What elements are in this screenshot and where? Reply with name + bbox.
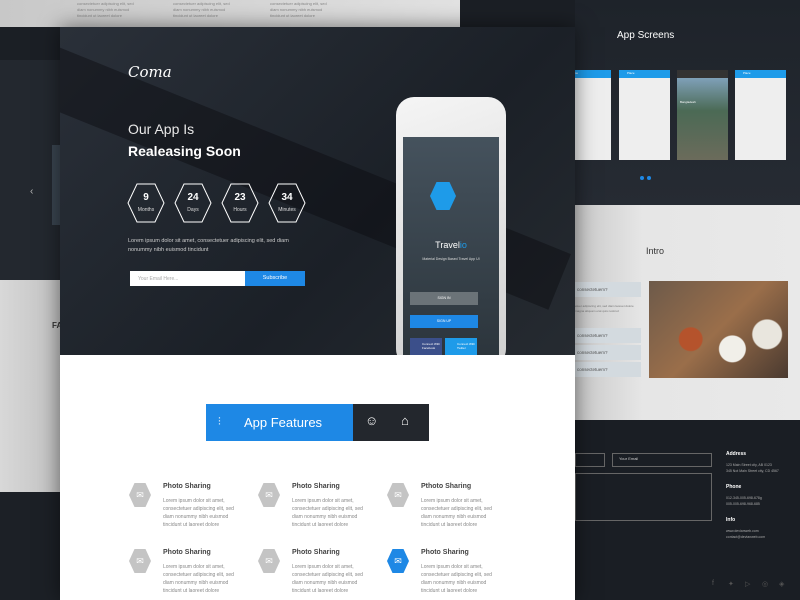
feature-title: Photo Sharing	[292, 483, 340, 490]
envelope-icon: ✉	[387, 483, 409, 507]
countdown-hours: 23 Hours	[221, 183, 259, 223]
features-tabs: ⫶ App Features ☺ ⌂	[206, 404, 429, 441]
countdown-value: 9	[143, 192, 149, 203]
faq-item[interactable]: consectetuem?	[575, 362, 641, 377]
countdown-value: 23	[234, 192, 246, 203]
hero-description: Lorem ipsum dolor sit amet, consectetuer…	[128, 238, 289, 253]
tab-bar-dark: ☺ ⌂	[353, 404, 429, 441]
info-link[interactable]: contact@devianweb.com	[726, 534, 765, 540]
user-icon[interactable]: ☺	[365, 413, 378, 428]
app-screen[interactable]: Bangladesh	[677, 70, 728, 160]
app-name: Travelio	[435, 240, 467, 250]
twitter-icon[interactable]: ✦	[728, 580, 734, 588]
hero-section: Coma Our App Is Realeasing Soon 9 Months 2…	[60, 27, 575, 355]
tab-app-features[interactable]: ⫶ App Features	[206, 404, 353, 441]
faq-item[interactable]: consectetuem?	[575, 328, 641, 343]
countdown-minutes: 34 Minutes	[268, 183, 306, 223]
address-line: 345 Not Main Street city, CD 4567	[726, 469, 779, 473]
facebook-icon[interactable]: f	[712, 580, 714, 587]
countdown-value: 24	[187, 192, 199, 203]
hexagon-outline	[221, 183, 259, 223]
dropbox-icon[interactable]: ◈	[779, 580, 784, 588]
faq-item[interactable]: consectetuem?	[575, 345, 641, 360]
envelope-icon: ✉	[258, 549, 280, 573]
subscribe-button[interactable]: Subscribe	[245, 271, 305, 286]
store-icon[interactable]: ⌂	[401, 413, 409, 428]
envelope-icon: ✉	[129, 483, 151, 507]
logo[interactable]: Coma	[128, 63, 172, 81]
envelope-icon: ✉	[258, 483, 280, 507]
carousel-preview	[52, 145, 60, 225]
background-page-left-faq	[0, 280, 60, 492]
facebook-connect-button[interactable]: Connect With Facebook	[410, 338, 442, 355]
countdown-months: 9 Months	[127, 183, 165, 223]
carousel-dot[interactable]	[640, 176, 644, 180]
email-input[interactable]: Your Email Here...	[130, 271, 245, 286]
feature-title: Photo Sharing	[292, 549, 340, 556]
carousel-dot[interactable]	[647, 176, 651, 180]
feature-text: Lorem ipsum dolor sit amet, consectetuer…	[163, 498, 234, 528]
envelope-icon: ✉	[129, 549, 151, 573]
chevron-left-icon[interactable]: ‹	[30, 186, 33, 197]
faq-item[interactable]: consectetuem?	[575, 282, 641, 297]
app-screens-title: App Screens	[617, 30, 675, 41]
countdown-unit: Minutes	[278, 207, 296, 213]
landing-page-mockup: Coma Our App Is Realeasing Soon 9 Months 2…	[60, 27, 575, 600]
email-field[interactable]: Your Email	[612, 453, 712, 467]
name-field[interactable]	[575, 453, 605, 467]
hexagon-outline	[268, 183, 306, 223]
intro-title: Intro	[646, 246, 665, 256]
background-page-left-footer	[0, 492, 60, 600]
feature-title: Pthoto Sharing	[421, 483, 472, 490]
feature-text: Lorem ipsum dolor sit amet, consectetuer…	[163, 564, 234, 594]
feature-title: Photo Sharing	[163, 483, 211, 490]
phone-number: 005-005-698-968-685	[726, 502, 760, 506]
app-screen[interactable]: Place	[619, 70, 670, 160]
background-page-left-hero	[0, 60, 60, 280]
youtube-icon[interactable]: ▷	[745, 580, 750, 588]
feature-text: Lorem ipsum dolor sit amet, consectetuer…	[421, 498, 492, 528]
feature-text: consectetuer adipiscing elit, sed diam n…	[270, 1, 327, 18]
info-title: Info	[726, 517, 736, 523]
hexagon-outline	[127, 183, 165, 223]
countdown-unit: Hours	[233, 207, 247, 213]
countdown-unit: Days	[187, 207, 199, 213]
address-title: Address	[726, 451, 747, 457]
countdown-days: 24 Days	[174, 183, 212, 223]
app-tagline: Material Design Based Travel App UI	[422, 257, 480, 261]
twitter-connect-button[interactable]: Connect With Twitter	[445, 338, 477, 355]
feature-text: consectetuer adipiscing elit, sed diam n…	[77, 1, 134, 18]
intro-image-mugs	[649, 281, 788, 378]
sliders-icon: ⫶	[218, 416, 221, 428]
dribbble-icon[interactable]: ◎	[762, 580, 768, 588]
feature-title: Photo Sharing	[421, 549, 469, 556]
faq-answer: etuer adipiscing elit, sed diam laoreet …	[575, 304, 634, 313]
countdown-unit: Months	[137, 207, 155, 213]
sign-in-button[interactable]: SIGN IN	[410, 292, 478, 305]
feature-text: Lorem ipsum dolor sit amet, consectetuer…	[292, 564, 363, 594]
countdown-value: 34	[281, 192, 293, 203]
feature-title: Photo Sharing	[163, 549, 211, 556]
sign-up-button[interactable]: SIGN UP	[410, 315, 478, 328]
envelope-icon: ✉	[387, 549, 409, 573]
feature-text: consectetuer adipiscing elit, sed diam n…	[173, 1, 230, 18]
phone-title: Phone	[726, 484, 742, 490]
hero-headline-line1: Our App Is	[128, 121, 195, 137]
app-screen[interactable]: Place	[735, 70, 786, 160]
hexagon-outline	[174, 183, 212, 223]
feature-text: Lorem ipsum dolor sit amet, consectetuer…	[292, 498, 363, 528]
background-page-top: consectetuer adipiscing elit, sed diam n…	[0, 0, 460, 27]
feature-text: Lorem ipsum dolor sit amet, consectetuer…	[421, 564, 492, 594]
hero-headline-line2: Realeasing Soon	[128, 143, 241, 159]
message-field[interactable]	[575, 473, 712, 521]
